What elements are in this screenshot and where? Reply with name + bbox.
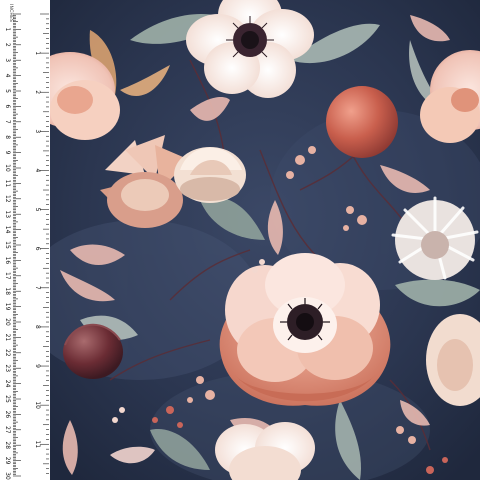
ruler-cm-number: 23 [4, 364, 11, 372]
fabric-preview: INCHES 1 2 3 4 5 6 7 8 9 10 11 12 13 14 15 16 17 18 19 20 21… [0, 0, 480, 480]
ruler-cm-number: 21 [4, 334, 11, 342]
ruler-inch-number: 5 [34, 208, 41, 212]
white-flower-bottom [215, 422, 315, 480]
cream-bud [174, 147, 246, 203]
measuring-ruler: INCHES 1 2 3 4 5 6 7 8 9 10 11 12 13 14 15 16 17 18 19 20 21… [0, 0, 51, 480]
ruler-cm-number: 7 [4, 120, 11, 124]
ruler-inch-number: 7 [34, 286, 41, 290]
ruler-inch-number: 3 [34, 129, 41, 133]
ruler-cm-number: 8 [4, 135, 11, 139]
ruler-cm-number: 3 [4, 58, 11, 62]
ruler-cm-number: 18 [4, 287, 11, 295]
ruler-inch-number: 8 [34, 325, 41, 329]
ruler-cm-number: 16 [4, 257, 11, 265]
ruler-cm-number: 6 [4, 104, 11, 108]
ruler-cm-number: 13 [4, 210, 11, 218]
ruler-inch-number: 4 [34, 169, 41, 173]
floral-artwork [50, 0, 480, 480]
ruler-cm-number: 30 [4, 472, 11, 480]
ruler-cm-number: 20 [4, 318, 11, 326]
ruler-cm-number: 25 [4, 395, 11, 403]
ruler-cm-number: 9 [4, 151, 11, 155]
ruler-cm-number: 26 [4, 411, 11, 419]
ruler-cm-number: 24 [4, 380, 11, 388]
ruler-cm-number: 2 [4, 43, 11, 47]
ruler-inch-number: 1 [34, 51, 41, 55]
ruler-inch-number: 10 [34, 401, 41, 409]
coral-berry [326, 86, 398, 158]
ruler-cm-number: 11 [4, 180, 11, 188]
ruler-cm-number: 19 [4, 303, 11, 311]
burgundy-bud [63, 323, 123, 379]
ruler-cm-number: 15 [4, 241, 11, 249]
ruler-inch-number: 6 [34, 247, 41, 251]
ruler-cm-number: 17 [4, 272, 11, 280]
ruler-cm-number: 12 [4, 195, 11, 203]
ruler-cm-number: 10 [4, 164, 11, 172]
ruler-cm-number: 4 [4, 74, 11, 78]
ruler-cm-number: 14 [4, 226, 11, 234]
ruler-inch-number: 2 [34, 90, 41, 94]
central-peony [219, 253, 391, 406]
ruler-cm-number: 1 [4, 27, 11, 31]
ruler-cm-number: 27 [4, 426, 11, 434]
ruler-cm-number: 22 [4, 349, 11, 357]
ruler-cm-number: 29 [4, 457, 11, 465]
ruler-inch-number: 9 [34, 364, 41, 368]
ruler-inch-number: 11 [34, 440, 41, 448]
ruler-scale: 1234567891011121314151617181920212223242… [4, 13, 49, 480]
ruler-cm-number: 5 [4, 89, 11, 93]
ruler-cm-number: 28 [4, 441, 11, 449]
